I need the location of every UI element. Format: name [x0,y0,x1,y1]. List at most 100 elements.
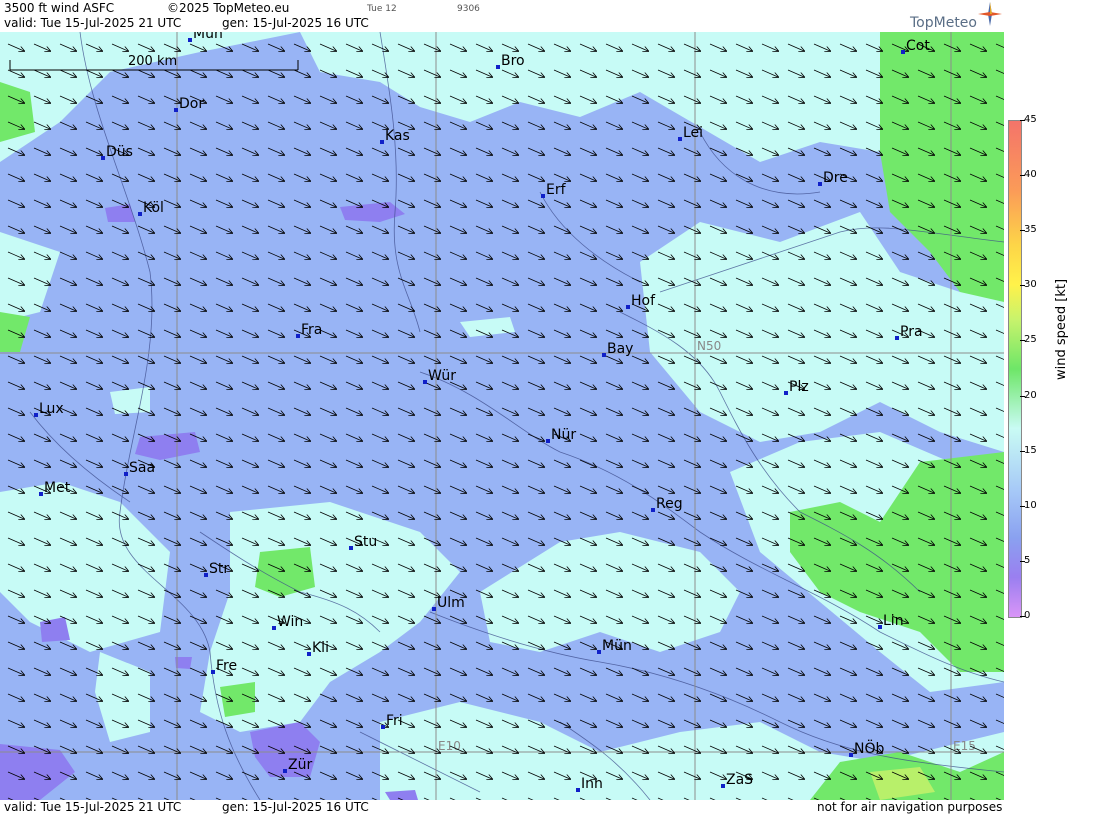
city-marker: Kas [380,128,410,144]
city-dot [283,769,287,773]
wind-speed-legend: 45 40 35 30 25 20 15 10 5 0 wind speed [kt] [1004,0,1095,814]
city-label: Bay [607,341,633,357]
city-label: Zür [288,757,312,773]
scale-bar-label: 200 km [128,54,177,69]
city-dot [878,625,882,629]
city-dot [101,156,105,160]
city-dot [307,652,311,656]
city-dot [849,753,853,757]
city-label: Fra [301,322,322,338]
legend-label: wind speed [kt] [1054,278,1069,380]
compass-logo-icon [978,2,1002,26]
map-header: 3500 ft wind ASFC ©2025 TopMeteo.eu Tue … [0,0,1004,32]
copyright-text: ©2025 TopMeteo.eu [167,1,290,15]
city-label: Erf [546,182,567,198]
city-dot [124,472,128,476]
city-marker: Dor [174,96,204,112]
city-label: Met [44,480,71,496]
city-label: Kli [312,640,329,656]
city-dot [895,336,899,340]
city-dot [626,305,630,309]
city-label: Saa [129,460,155,476]
legend-tick-label: 5 [1024,554,1031,566]
city-marker: Dre [818,170,848,186]
city-marker: Nür [546,427,576,443]
city-label: Str [209,561,229,577]
city-marker: NÖb [849,739,884,757]
city-label: Fri [386,713,403,729]
tiny-code-text: 9306 [457,4,480,14]
city-dot [546,439,550,443]
city-marker: Ulm [432,595,465,611]
city-dot [651,508,655,512]
city-dot [380,140,384,144]
city-dot [34,413,38,417]
grid-label-e10: E10 [438,739,461,753]
legend-tick-label: 0 [1024,610,1031,621]
city-marker: Düs [101,144,133,160]
city-dot [296,334,300,338]
city-label: Lux [39,401,64,417]
city-marker: Cot [901,38,930,54]
brand-logo-text: TopMeteo [910,15,977,31]
city-marker: Met [39,480,71,496]
tiny-day-text: Tue 12 [367,4,397,14]
grid-label-e15: E15 [953,739,976,753]
disclaimer-text: not for air navigation purposes [817,800,1003,814]
city-dot [597,650,601,654]
generated-time: gen: 15-Jul-2025 16 UTC [222,16,369,30]
legend-tick-label: 45 [1024,114,1037,125]
city-label: Fre [216,658,237,674]
city-dot [188,38,192,42]
map-title: 3500 ft wind ASFC [4,1,115,15]
city-label: Mün [602,638,632,654]
city-label: Dre [823,170,848,186]
city-marker: Mün [188,32,223,42]
city-label: Köl [143,200,164,216]
city-dot [138,212,142,216]
city-dot [496,65,500,69]
city-dot [423,380,427,384]
footer-generated-time: gen: 15-Jul-2025 16 UTC [222,800,369,814]
legend-tick-label: 20 [1024,389,1037,401]
city-marker: Bay [602,341,633,357]
legend-tick-label: 30 [1024,279,1037,291]
city-label: Wür [428,368,456,384]
city-label: Ulm [437,595,465,611]
city-marker: Saa [124,460,155,476]
city-label: Hof [631,293,656,309]
city-label: Win [277,614,303,630]
city-marker: Inn [576,776,603,792]
city-dot [381,725,385,729]
wind-map: N50 E10 E15 200 km Mün Bro Cot Dor Kas Lei Düs… [0,32,1004,800]
city-label: NÖb [854,739,884,757]
city-label: Bro [501,53,525,69]
city-dot [784,391,788,395]
legend-tick-label: 35 [1024,224,1037,236]
city-marker: Wür [423,368,456,384]
city-marker: Pra [895,324,923,340]
city-marker: Stu [349,534,377,550]
city-dot [174,108,178,112]
city-label: ZaS [726,772,753,788]
city-marker: Lux [34,401,64,417]
city-label: Mün [193,32,223,42]
city-label: Inn [581,776,603,792]
city-marker: Mün [597,638,632,654]
city-label: Lin [883,613,904,629]
grid-label-n50: N50 [697,339,721,353]
footer-valid-time: valid: Tue 15-Jul-2025 21 UTC [4,800,182,814]
map-footer: valid: Tue 15-Jul-2025 21 UTC gen: 15-Ju… [0,800,1004,814]
city-dot [818,182,822,186]
city-marker: Zür [283,757,312,773]
city-label: Cot [906,38,930,54]
legend-tick-label: 10 [1024,499,1037,511]
city-dot [432,607,436,611]
city-dot [576,788,580,792]
city-dot [349,546,353,550]
legend-tick-label: 15 [1024,444,1037,456]
legend-tick-label: 25 [1024,334,1037,346]
city-marker: Win [272,614,303,630]
city-label: Reg [656,496,683,512]
city-dot [602,353,606,357]
